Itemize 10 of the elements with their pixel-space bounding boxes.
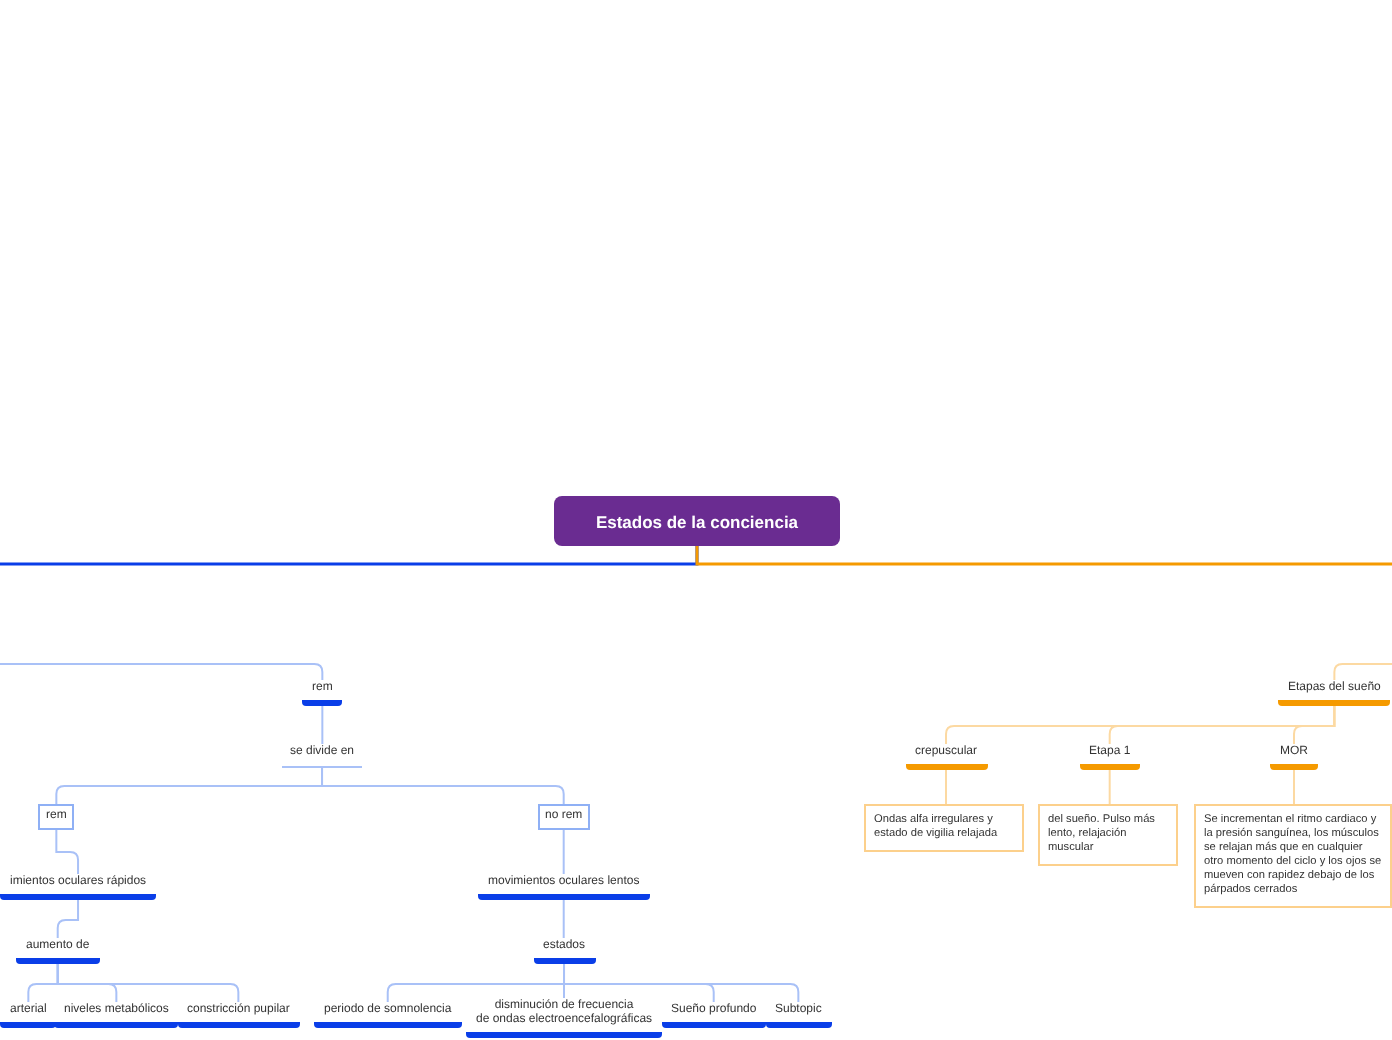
connector-line <box>562 829 565 875</box>
connector-line <box>55 829 80 875</box>
connector-line <box>1333 663 1392 681</box>
central-topic[interactable]: Estados de la conciencia <box>554 496 840 546</box>
connector-line <box>1293 769 1295 805</box>
connector-line <box>562 899 565 939</box>
connector-line <box>56 899 80 939</box>
connector-line <box>1108 769 1111 805</box>
connector-line <box>945 769 947 805</box>
connector-line <box>321 705 324 745</box>
